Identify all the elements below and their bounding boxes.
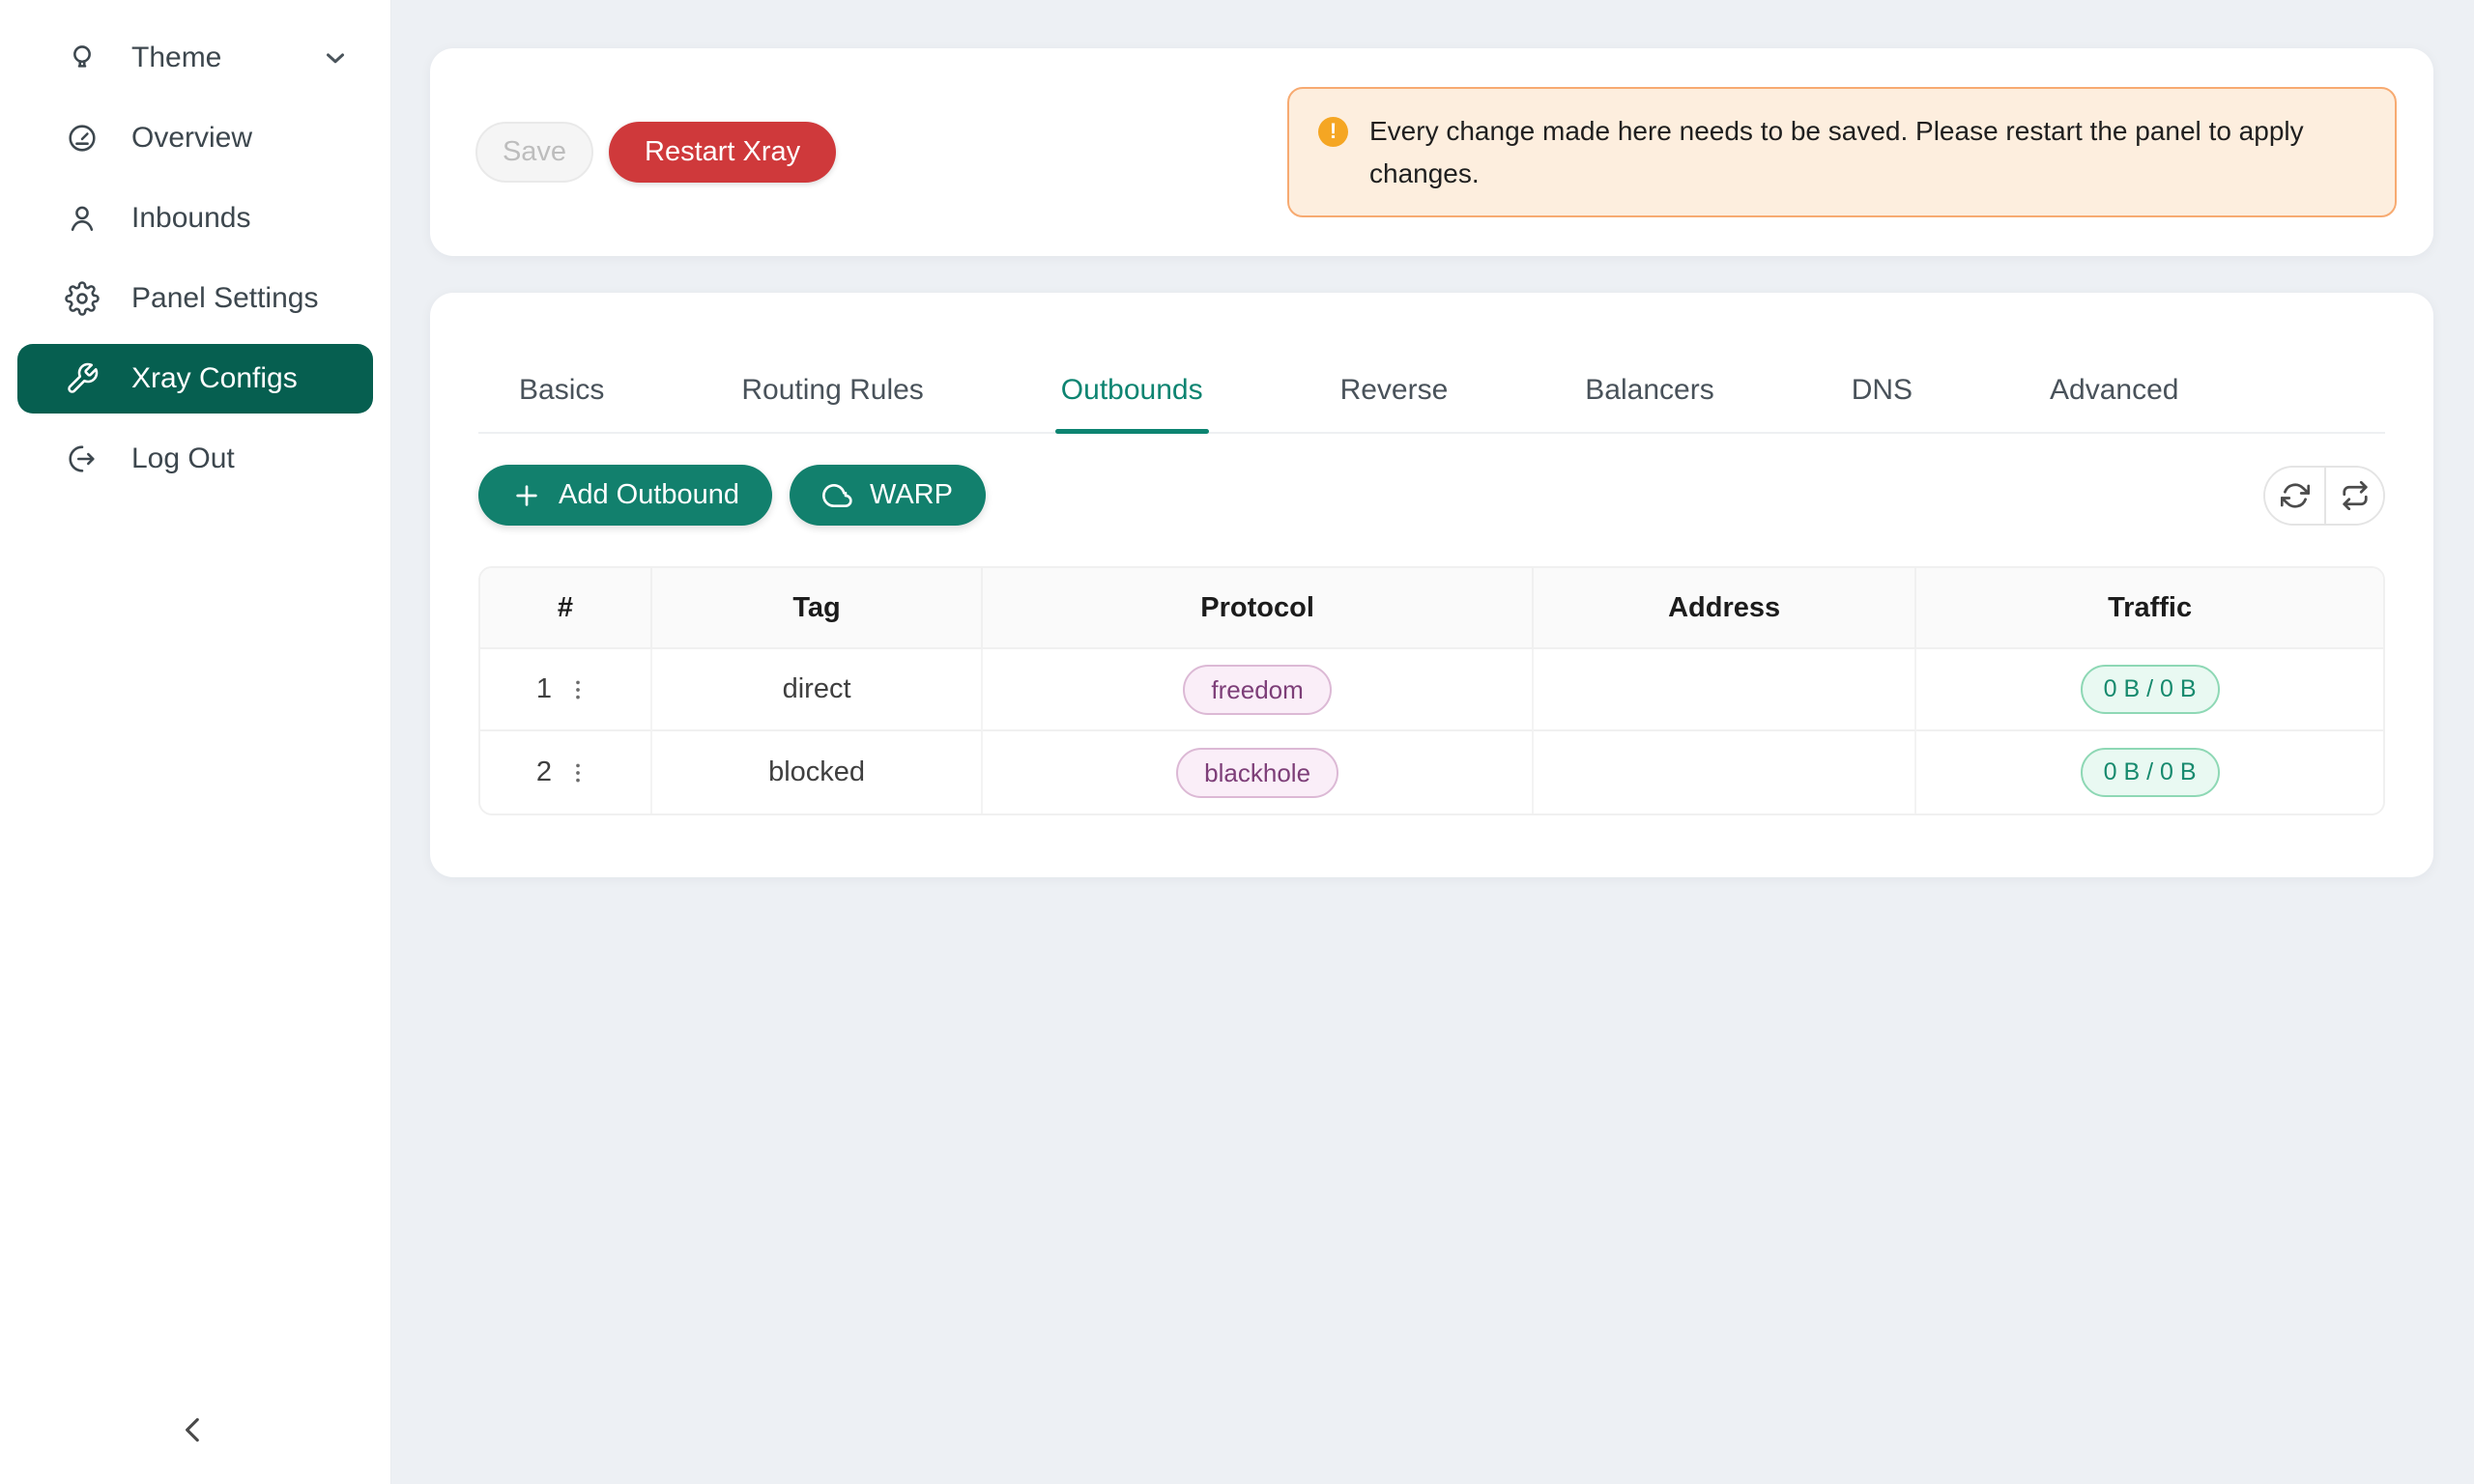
tab-reverse[interactable]: Reverse [1335, 374, 1454, 432]
sidebar-item-label: Inbounds [131, 202, 250, 235]
tag-cell: blocked [652, 731, 983, 813]
kebab-menu-icon [565, 677, 590, 702]
plus-icon [511, 480, 542, 511]
sidebar-item-label: Xray Configs [131, 362, 298, 395]
header-traffic: Traffic [1916, 568, 2383, 649]
repeat-icon [2341, 481, 2370, 510]
actions-card: Save Restart Xray ! Every change made he… [430, 48, 2433, 256]
sidebar-item-label: Panel Settings [131, 282, 318, 315]
protocol-badge: blackhole [1176, 748, 1338, 798]
wrench-icon [65, 361, 100, 396]
header-number: # [480, 568, 652, 649]
save-button[interactable]: Save [475, 122, 593, 183]
tab-outbounds[interactable]: Outbounds [1055, 374, 1209, 432]
table-actions-group [2263, 466, 2385, 526]
refresh-button[interactable] [2265, 468, 2324, 524]
row-number: 1 [536, 673, 552, 705]
table-header-row: # Tag Protocol Address Traffic [480, 568, 2383, 649]
user-icon [65, 201, 100, 236]
header-tag: Tag [652, 568, 983, 649]
cloud-icon [822, 480, 853, 511]
sidebar-item-panel-settings[interactable]: Panel Settings [17, 264, 373, 333]
address-cell [1534, 731, 1916, 813]
chevron-down-icon [321, 43, 350, 72]
content-area: Save Restart Xray ! Every change made he… [391, 0, 2474, 1484]
table-row: 2 blocked blackhole 0 B / 0 B [480, 731, 2383, 813]
logout-icon [65, 442, 100, 476]
config-tabs: Basics Routing Rules Outbounds Reverse B… [478, 293, 2385, 434]
restart-warning-alert: ! Every change made here needs to be sav… [1287, 87, 2397, 217]
sidebar-item-label: Overview [131, 122, 252, 155]
tab-advanced[interactable]: Advanced [2044, 374, 2184, 432]
row-menu-button[interactable] [561, 673, 594, 706]
add-outbound-button[interactable]: Add Outbound [478, 465, 772, 526]
row-number: 2 [536, 756, 552, 788]
sidebar-item-inbounds[interactable]: Inbounds [17, 184, 373, 253]
sidebar-item-theme[interactable]: Theme [17, 23, 373, 93]
kebab-menu-icon [565, 760, 590, 785]
sidebar-item-log-out[interactable]: Log Out [17, 424, 373, 494]
sidebar-item-label: Theme [131, 42, 221, 74]
tab-balancers[interactable]: Balancers [1579, 374, 1719, 432]
lightbulb-icon [65, 41, 100, 75]
protocol-badge: freedom [1183, 665, 1331, 715]
row-menu-button[interactable] [561, 756, 594, 789]
sidebar-item-xray-configs[interactable]: Xray Configs [17, 344, 373, 414]
add-outbound-label: Add Outbound [559, 479, 739, 511]
restart-xray-button[interactable]: Restart Xray [609, 122, 836, 183]
sidebar: Theme Overview Inbounds Panel Settings [0, 0, 391, 1484]
header-address: Address [1534, 568, 1916, 649]
gauge-icon [65, 121, 100, 156]
tab-routing-rules[interactable]: Routing Rules [735, 374, 929, 432]
tag-cell: direct [652, 649, 983, 731]
table-row: 1 direct freedom 0 B / 0 B [480, 649, 2383, 731]
tab-dns[interactable]: DNS [1846, 374, 1918, 432]
gear-icon [65, 281, 100, 316]
traffic-badge: 0 B / 0 B [2081, 748, 2220, 797]
warp-button[interactable]: WARP [790, 465, 986, 526]
xray-config-card: Basics Routing Rules Outbounds Reverse B… [430, 293, 2433, 877]
chevron-left-icon [177, 1413, 210, 1451]
traffic-badge: 0 B / 0 B [2081, 665, 2220, 714]
sidebar-nav: Theme Overview Inbounds Panel Settings [0, 23, 390, 494]
reset-traffic-button[interactable] [2324, 468, 2383, 524]
outbounds-table: # Tag Protocol Address Traffic 1 [478, 566, 2385, 815]
sidebar-collapse-button[interactable] [170, 1409, 216, 1455]
sidebar-item-label: Log Out [131, 442, 235, 475]
header-protocol: Protocol [983, 568, 1534, 649]
outbounds-toolbar: Add Outbound WARP [478, 465, 2385, 526]
tab-basics[interactable]: Basics [513, 374, 610, 432]
warning-icon: ! [1318, 117, 1348, 147]
sidebar-item-overview[interactable]: Overview [17, 103, 373, 173]
refresh-icon [2281, 481, 2310, 510]
alert-message: Every change made here needs to be saved… [1369, 110, 2355, 194]
address-cell [1534, 649, 1916, 731]
warp-label: WARP [870, 479, 953, 511]
